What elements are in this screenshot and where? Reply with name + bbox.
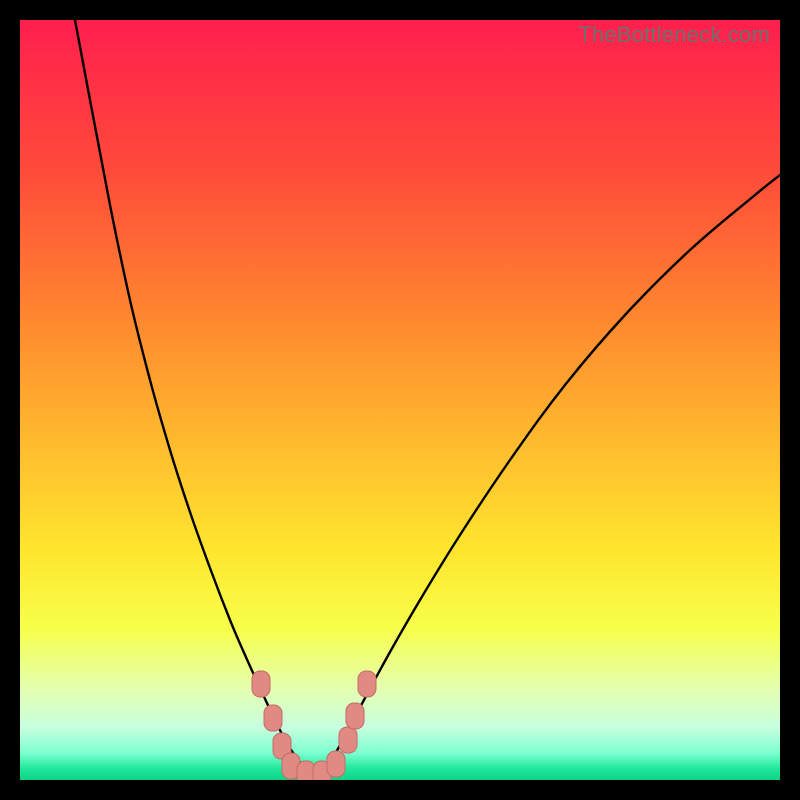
valley-marker: [252, 671, 270, 697]
valley-marker: [264, 705, 282, 731]
curves-layer: [20, 20, 780, 780]
valley-marker: [358, 671, 376, 697]
valley-marker: [339, 727, 357, 753]
valley-markers-group: [252, 671, 376, 780]
valley-marker: [327, 751, 345, 777]
plot-area: TheBottleneck.com: [20, 20, 780, 780]
valley-marker: [297, 761, 315, 780]
watermark-text: TheBottleneck.com: [578, 22, 770, 48]
valley-marker: [346, 703, 364, 729]
outer-frame: TheBottleneck.com: [0, 0, 800, 800]
v-curve: [75, 20, 780, 773]
